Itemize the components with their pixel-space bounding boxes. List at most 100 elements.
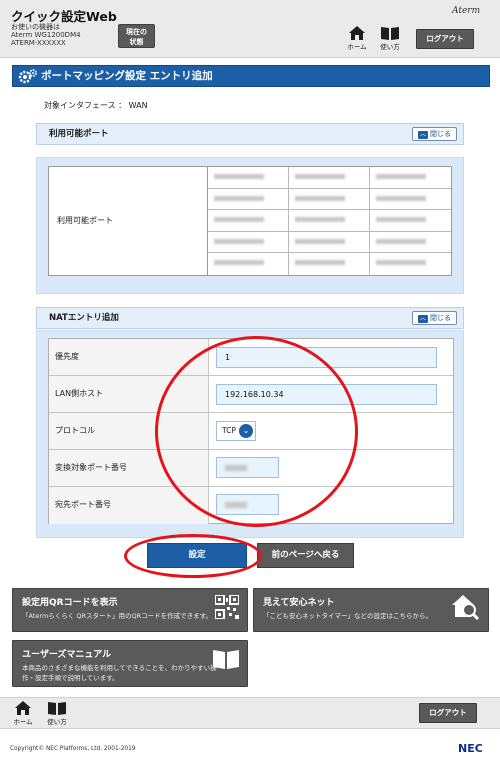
gear-icon bbox=[18, 69, 37, 84]
port-range-cell bbox=[289, 167, 370, 189]
open-book-icon bbox=[213, 650, 239, 669]
lan-host-label: LAN側ホスト bbox=[49, 376, 209, 412]
port-range-cell bbox=[289, 253, 370, 275]
chevron-up-icon: ︿ bbox=[418, 315, 428, 323]
port-range-cell bbox=[208, 231, 289, 254]
user-manual-tile[interactable]: ユーザーズマニュアル 本商品のさまざまな機能を利用してできることを、わかりやすい… bbox=[12, 640, 248, 687]
port-range-cell bbox=[370, 253, 451, 275]
available-ports-close-button[interactable]: ︿ 閉じる bbox=[412, 127, 457, 141]
priority-row: 優先度 1 bbox=[49, 339, 453, 376]
home-icon bbox=[15, 701, 31, 715]
redacted-value bbox=[214, 217, 264, 223]
home-icon bbox=[349, 26, 365, 40]
available-ports-heading: 利用可能ポート bbox=[49, 129, 109, 139]
qr-code-icon bbox=[215, 595, 239, 619]
close-label: 閉じる bbox=[430, 130, 451, 138]
house-search-icon bbox=[452, 595, 480, 620]
port-range-cell bbox=[208, 210, 289, 232]
redacted-value bbox=[376, 195, 426, 201]
manual-tile-desc-1: 本商品のさまざまな機能を利用してできることを、わかりやすい操 bbox=[22, 664, 217, 672]
qr-tile-title: 設定用QRコードを表示 bbox=[22, 598, 118, 608]
nat-entry-table: 優先度 1 LAN側ホスト 192.168.10.34 プロトコル TCP ⌄ … bbox=[48, 338, 454, 524]
priority-label: 優先度 bbox=[49, 339, 209, 375]
port-range-cell bbox=[289, 231, 370, 254]
convert-port-input[interactable] bbox=[216, 457, 279, 478]
redacted-value bbox=[214, 238, 264, 244]
available-ports-header: 利用可能ポート ︿ 閉じる bbox=[36, 123, 464, 145]
redacted-value bbox=[295, 195, 345, 201]
footer-home-label: ホーム bbox=[13, 718, 33, 726]
dest-port-row: 宛先ポート番号 bbox=[49, 487, 453, 524]
qr-code-tile[interactable]: 設定用QRコードを表示 「Atermらくらく QRスタート」用のQRコードを作成… bbox=[12, 588, 248, 632]
current-status-button[interactable]: 現在の 状態 bbox=[118, 24, 155, 48]
page-title-bar: ポートマッピング設定 エントリ追加 bbox=[12, 65, 490, 87]
nat-entry-close-button[interactable]: ︿ 閉じる bbox=[412, 311, 457, 325]
port-range-cell bbox=[208, 253, 289, 275]
status-button-line2: 状態 bbox=[129, 38, 144, 46]
safety-tile-title: 見えて安心ネット bbox=[263, 598, 335, 608]
convert-port-row: 変換対象ポート番号 bbox=[49, 450, 453, 487]
manual-tile-title: ユーザーズマニュアル bbox=[22, 650, 112, 660]
lan-host-row: LAN側ホスト 192.168.10.34 bbox=[49, 376, 453, 413]
manual-label: 使い方 bbox=[380, 43, 400, 51]
device-name: ATERM-XXXXXX bbox=[11, 39, 66, 47]
copyright: Copyright© NEC Platforms, Ltd. 2001-2019 bbox=[10, 746, 136, 752]
page-title: ポートマッピング設定 エントリ追加 bbox=[41, 70, 213, 82]
manual-nav[interactable]: 使い方 bbox=[375, 26, 405, 51]
nat-entry-heading: NATエントリ追加 bbox=[49, 313, 119, 323]
protocol-label: プロトコル bbox=[49, 413, 209, 449]
footer-manual-nav[interactable]: 使い方 bbox=[42, 701, 72, 726]
protocol-row: プロトコル TCP ⌄ bbox=[49, 413, 453, 450]
port-range-cell bbox=[208, 188, 289, 211]
protocol-select[interactable]: TCP ⌄ bbox=[216, 421, 256, 441]
protocol-value: TCP bbox=[222, 426, 236, 435]
port-range-cell bbox=[208, 167, 289, 189]
close-label: 閉じる bbox=[430, 314, 451, 322]
header-bar: クイック設定Web お使いの機器は Aterm WG1200DM4 ATERM-… bbox=[0, 0, 500, 58]
dest-port-input[interactable] bbox=[216, 494, 279, 515]
redacted-value bbox=[214, 174, 264, 179]
redacted-value bbox=[295, 238, 345, 244]
redacted-value bbox=[376, 260, 426, 266]
nec-logo: NEC bbox=[458, 742, 483, 755]
port-range-cell bbox=[370, 189, 451, 211]
convert-port-label: 変換対象ポート番号 bbox=[49, 450, 209, 486]
redacted-value bbox=[376, 217, 426, 223]
port-range-cell bbox=[289, 188, 370, 211]
port-range-cell bbox=[370, 232, 451, 254]
footer-manual-label: 使い方 bbox=[47, 718, 67, 726]
home-nav[interactable]: ホーム bbox=[342, 26, 372, 51]
chevron-up-icon: ︿ bbox=[418, 131, 428, 139]
redacted-value bbox=[295, 174, 345, 179]
port-range-cell bbox=[370, 167, 451, 189]
logout-button[interactable]: ログアウト bbox=[416, 29, 474, 49]
back-button[interactable]: 前のページへ戻る bbox=[257, 543, 354, 568]
device-model: Aterm WG1200DM4 bbox=[11, 31, 81, 39]
brand-logo: Aterm bbox=[452, 6, 481, 16]
nat-entry-header: NATエントリ追加 ︿ 閉じる bbox=[36, 307, 464, 329]
setting-button[interactable]: 設定 bbox=[147, 543, 247, 568]
home-label: ホーム bbox=[347, 43, 367, 51]
safety-tile-desc: 「こども安心ネットタイマー」などの設定はこちらから。 bbox=[263, 612, 432, 620]
footer-logout-button[interactable]: ログアウト bbox=[419, 703, 477, 723]
port-range-cell bbox=[289, 210, 370, 232]
redacted-value bbox=[214, 195, 264, 201]
priority-input[interactable]: 1 bbox=[216, 347, 437, 368]
available-ports-table: 利用可能ポート bbox=[48, 166, 452, 276]
available-ports-label: 利用可能ポート bbox=[57, 216, 113, 225]
dest-port-label: 宛先ポート番号 bbox=[49, 487, 209, 524]
interface-text: 対象インタフェース ： WAN bbox=[44, 101, 148, 110]
port-range-cell bbox=[370, 210, 451, 232]
qr-tile-desc: 「Atermらくらく QRスタート」用のQRコードを作成できます。 bbox=[22, 612, 212, 620]
manual-tile-desc-2: 作・設定手順で説明しています。 bbox=[22, 674, 119, 682]
redacted-value bbox=[295, 217, 345, 223]
redacted-value bbox=[376, 238, 426, 244]
redacted-value bbox=[376, 174, 426, 179]
lan-host-input[interactable]: 192.168.10.34 bbox=[216, 384, 437, 405]
redacted-value bbox=[295, 260, 345, 266]
footer-home-nav[interactable]: ホーム bbox=[8, 701, 38, 726]
status-button-line1: 現在の bbox=[126, 28, 147, 36]
safety-net-tile[interactable]: 見えて安心ネット 「こども安心ネットタイマー」などの設定はこちらから。 bbox=[253, 588, 489, 632]
redacted-value bbox=[214, 260, 264, 266]
book-icon bbox=[381, 27, 399, 40]
